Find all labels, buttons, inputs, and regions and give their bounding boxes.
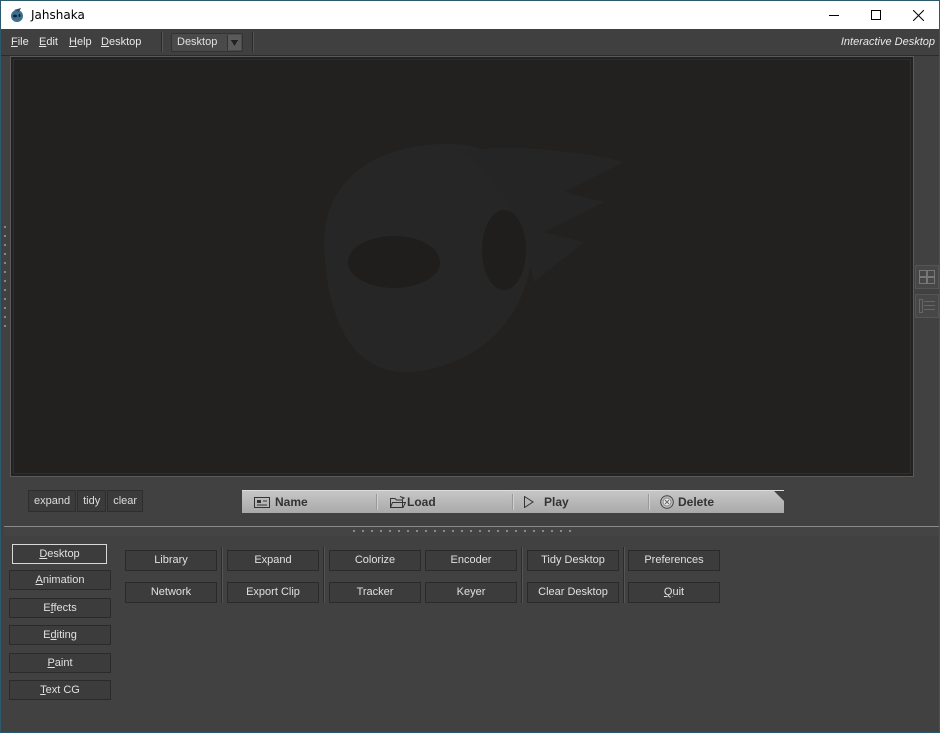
folder-open-icon xyxy=(390,496,406,508)
load-button[interactable]: Load xyxy=(390,491,436,513)
title-bar: Jahshaka xyxy=(1,1,939,29)
load-button-label: Load xyxy=(407,495,436,509)
column-separator xyxy=(521,547,523,603)
menu-separator xyxy=(252,32,254,52)
category-editing[interactable]: Editing xyxy=(9,625,111,645)
column-separator xyxy=(623,547,625,603)
mnemonic-underline: D xyxy=(39,548,48,560)
mnemonic-underline: D xyxy=(101,36,109,48)
delete-button[interactable]: Delete xyxy=(660,491,714,513)
menu-edit[interactable]: Edit xyxy=(39,36,58,48)
maximize-icon xyxy=(871,10,881,20)
category-text-cg[interactable]: Text CG xyxy=(9,680,111,700)
menu-file[interactable]: File xyxy=(11,36,29,48)
list-view-button[interactable] xyxy=(915,294,939,318)
mnemonic-underline: f xyxy=(50,602,54,614)
mnemonic-underline: Q xyxy=(663,586,673,598)
colorize-button[interactable]: Colorize xyxy=(329,550,421,571)
module-panel: Desktop Animation Effects Editing Paint … xyxy=(1,536,939,732)
mnemonic-underline: P xyxy=(47,657,55,669)
delete-button-label: Delete xyxy=(678,495,715,509)
close-icon xyxy=(912,9,924,21)
clip-toolbar: Name Load Play Delete xyxy=(242,490,784,513)
export-clip-button[interactable]: Export Clip xyxy=(227,582,319,603)
category-paint[interactable]: Paint xyxy=(9,653,111,673)
left-dock-handle[interactable] xyxy=(3,226,7,336)
mnemonic-underline: A xyxy=(35,574,43,586)
menu-bar: File Edit Help Desktop Desktop Interacti… xyxy=(1,29,939,56)
category-effects[interactable]: Effects xyxy=(9,598,111,618)
column-separator xyxy=(323,547,325,603)
clear-button[interactable]: clear xyxy=(107,490,144,512)
list-view-icon xyxy=(919,299,935,313)
desktop-select[interactable]: Desktop xyxy=(171,33,243,52)
keyer-button[interactable]: Keyer xyxy=(425,582,517,603)
tidy-desktop-button[interactable]: Tidy Desktop xyxy=(527,550,619,571)
menu-desktop[interactable]: Desktop xyxy=(101,36,141,48)
preferences-button[interactable]: Preferences xyxy=(628,550,720,571)
name-button-label: Name xyxy=(275,495,308,509)
mnemonic-underline: T xyxy=(40,684,46,696)
library-button[interactable]: Library xyxy=(125,550,217,571)
desktop-select-value: Desktop xyxy=(177,36,218,48)
jahshaka-watermark-icon xyxy=(324,143,624,373)
name-tag-icon xyxy=(254,496,270,508)
window-title: Jahshaka xyxy=(31,8,85,22)
clip-divider xyxy=(512,494,514,510)
clip-divider xyxy=(648,494,650,510)
clip-divider xyxy=(376,494,378,510)
tracker-button[interactable]: Tracker xyxy=(329,582,421,603)
category-animation[interactable]: Animation xyxy=(9,570,111,590)
chevron-down-icon[interactable] xyxy=(227,35,241,50)
jahshaka-logo-icon xyxy=(11,8,23,22)
encoder-button[interactable]: Encoder xyxy=(425,550,517,571)
desktop-viewport-frame xyxy=(10,56,914,477)
clear-desktop-button[interactable]: Clear Desktop xyxy=(527,582,619,603)
mnemonic-underline: F xyxy=(11,36,18,48)
quit-button[interactable]: Quit xyxy=(628,582,720,603)
play-button[interactable]: Play xyxy=(524,491,569,513)
name-button[interactable]: Name xyxy=(254,491,308,513)
close-button[interactable] xyxy=(897,1,939,29)
mode-label: Interactive Desktop xyxy=(840,36,935,48)
column-separator xyxy=(221,547,223,603)
app-window: Jahshaka File Edit Help Desktop Desktop … xyxy=(0,0,940,733)
maximize-button[interactable] xyxy=(855,1,897,29)
mnemonic-underline: H xyxy=(69,36,77,48)
grid-view-button[interactable] xyxy=(915,265,939,289)
minimize-button[interactable] xyxy=(813,1,855,29)
mnemonic-underline: d xyxy=(50,629,57,641)
category-desktop[interactable]: Desktop xyxy=(12,544,107,564)
expand-function-button[interactable]: Expand xyxy=(227,550,319,571)
delete-circle-icon xyxy=(660,495,674,509)
minimize-icon xyxy=(829,15,839,16)
expand-button[interactable]: expand xyxy=(28,490,77,512)
mnemonic-underline: E xyxy=(39,36,47,48)
desktop-viewport[interactable] xyxy=(13,59,911,474)
play-button-label: Play xyxy=(544,495,569,509)
menu-help[interactable]: Help xyxy=(69,36,92,48)
menu-separator xyxy=(161,32,163,52)
network-button[interactable]: Network xyxy=(125,582,217,603)
tidy-button[interactable]: tidy xyxy=(77,490,107,512)
desk-controls: expand tidy clear xyxy=(28,490,144,512)
grid-view-icon xyxy=(919,270,935,284)
play-icon xyxy=(524,496,534,508)
